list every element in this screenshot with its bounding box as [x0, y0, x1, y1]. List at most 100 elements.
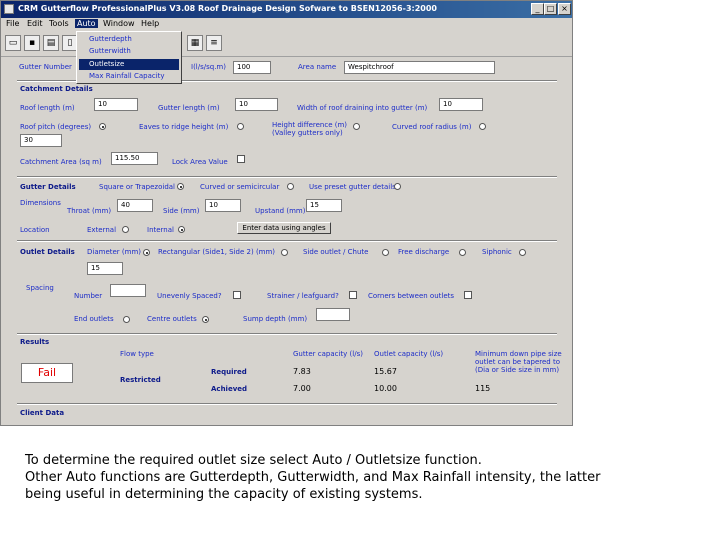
achieved-outlet-capacity: 10.00 — [374, 384, 397, 393]
location-label: Location — [20, 226, 50, 234]
app-window: CRM Gutterflow ProfessionalPlus V3.08 Ro… — [0, 0, 573, 426]
preset-gutter-radio[interactable] — [394, 183, 401, 190]
sump-depth-input[interactable] — [316, 308, 350, 321]
roof-length-input[interactable]: 10 — [94, 98, 138, 111]
maximize-button[interactable]: □ — [544, 3, 557, 15]
roof-width-input[interactable]: 10 — [439, 98, 483, 111]
gutter-section-title: Gutter Details — [20, 183, 76, 191]
side-label: Side (mm) — [163, 207, 200, 215]
eaves-height-label: Eaves to ridge height (m) — [139, 123, 229, 131]
menu-help[interactable]: Help — [141, 19, 159, 28]
corners-label: Corners between outlets — [368, 292, 455, 300]
strainer-label: Strainer / leafguard? — [267, 292, 339, 300]
list-icon[interactable]: ≡ — [206, 35, 222, 51]
open-folder-icon[interactable]: ▭ — [5, 35, 21, 51]
strainer-checkbox[interactable] — [349, 291, 357, 299]
diameter-radio[interactable] — [143, 249, 150, 256]
gutter-length-input[interactable]: 10 — [235, 98, 278, 111]
siphonic-radio[interactable] — [519, 249, 526, 256]
min-size-label-1: Minimum down pipe size — [475, 350, 562, 358]
area-name-input[interactable]: Wespitchroof — [344, 61, 495, 74]
square-trapezoidal-radio[interactable] — [177, 183, 184, 190]
upstand-label: Upstand (mm) — [255, 207, 306, 215]
menu-window[interactable]: Window — [103, 19, 135, 28]
roof-width-label: Width of roof draining into gutter (m) — [297, 104, 428, 112]
centre-outlets-label: Centre outlets — [147, 315, 197, 323]
divider — [17, 240, 557, 242]
side-input[interactable]: 10 — [205, 199, 241, 212]
external-label: External — [87, 226, 117, 234]
print-icon[interactable]: ▤ — [43, 35, 59, 51]
area-name-label: Area name — [298, 63, 337, 71]
free-discharge-radio[interactable] — [459, 249, 466, 256]
corners-checkbox[interactable] — [464, 291, 472, 299]
roof-pitch-radio[interactable] — [99, 123, 106, 130]
enter-angles-button[interactable]: Enter data using angles — [237, 222, 331, 234]
side-outlet-label: Side outlet / Chute — [303, 248, 369, 256]
outlet-section-title: Outlet Details — [20, 248, 75, 256]
centre-outlets-radio[interactable] — [202, 316, 209, 323]
window-title: CRM Gutterflow ProfessionalPlus V3.08 Ro… — [18, 4, 437, 13]
flow-type-label: Flow type — [120, 350, 154, 358]
achieved-label: Achieved — [211, 385, 248, 393]
curved-radius-label: Curved roof radius (m) — [392, 123, 472, 131]
siphonic-label: Siphonic — [482, 248, 512, 256]
height-difference-radio[interactable] — [353, 123, 360, 130]
close-button[interactable]: × — [558, 3, 571, 15]
divider — [17, 403, 557, 405]
gutter-capacity-label: Gutter capacity (l/s) — [293, 350, 363, 358]
achieved-gutter-capacity: 7.00 — [293, 384, 311, 393]
rectangular-radio[interactable] — [281, 249, 288, 256]
result-status: Fail — [21, 363, 73, 383]
upstand-input[interactable]: 15 — [306, 199, 342, 212]
required-gutter-capacity: 7.83 — [293, 367, 311, 376]
minimize-button[interactable]: _ — [531, 3, 544, 15]
side-outlet-radio[interactable] — [382, 249, 389, 256]
title-bar: CRM Gutterflow ProfessionalPlus V3.08 Ro… — [1, 1, 572, 18]
menu-tools[interactable]: Tools — [49, 19, 69, 28]
curved-radius-radio[interactable] — [479, 123, 486, 130]
menu-item-max-rainfall[interactable]: Max Rainfall Capacity — [79, 71, 179, 82]
auto-dropdown-menu: Gutterdepth Gutterwidth Outletsize Max R… — [76, 31, 182, 84]
roof-pitch-label: Roof pitch (degrees) — [20, 123, 92, 131]
required-label: Required — [211, 368, 247, 376]
menu-item-gutterdepth[interactable]: Gutterdepth — [79, 34, 179, 45]
catchment-area-input[interactable]: 115.50 — [111, 152, 158, 165]
unevenly-spaced-checkbox[interactable] — [233, 291, 241, 299]
menu-item-outletsize[interactable]: Outletsize — [79, 59, 179, 70]
menu-edit[interactable]: Edit — [27, 19, 43, 28]
end-outlets-radio[interactable] — [123, 316, 130, 323]
end-outlets-label: End outlets — [74, 315, 114, 323]
rainfall-input[interactable]: 100 — [233, 61, 271, 74]
menu-file[interactable]: File — [6, 19, 19, 28]
preset-gutter-label: Use preset gutter details — [309, 183, 396, 191]
square-trapezoidal-label: Square or Trapezoidal — [99, 183, 175, 191]
external-radio[interactable] — [122, 226, 129, 233]
catchment-area-label: Catchment Area (sq m) — [20, 158, 102, 166]
free-discharge-label: Free discharge — [398, 248, 450, 256]
catchment-section-title: Catchment Details — [20, 85, 93, 93]
throat-input[interactable]: 40 — [117, 199, 153, 212]
throat-label: Throat (mm) — [67, 207, 112, 215]
client-data-title: Client Data — [20, 409, 65, 417]
save-icon[interactable]: ▪ — [24, 35, 40, 51]
caption-line: Other Auto functions are Gutterdepth, Gu… — [25, 470, 601, 485]
lock-area-checkbox[interactable] — [237, 155, 245, 163]
calculator-icon[interactable]: ▦ — [187, 35, 203, 51]
gutter-length-label: Gutter length (m) — [158, 104, 220, 112]
menu-auto[interactable]: Auto — [75, 19, 98, 28]
divider — [17, 176, 557, 178]
eaves-height-radio[interactable] — [237, 123, 244, 130]
height-difference-sublabel: (Valley gutters only) — [272, 129, 343, 137]
curved-semicircular-radio[interactable] — [287, 183, 294, 190]
gutter-number-label: Gutter Number — [19, 63, 72, 71]
rectangular-label: Rectangular (Side1, Side 2) (mm) — [158, 248, 276, 256]
menu-item-gutterwidth[interactable]: Gutterwidth — [79, 46, 179, 57]
internal-radio[interactable] — [178, 226, 185, 233]
roof-pitch-input[interactable]: 30 — [20, 134, 62, 147]
lock-area-label: Lock Area Value — [172, 158, 228, 166]
min-size-label-2: outlet can be tapered to — [475, 358, 560, 366]
number-input[interactable] — [110, 284, 146, 297]
diameter-input[interactable]: 15 — [87, 262, 123, 275]
roof-length-label: Roof length (m) — [20, 104, 75, 112]
